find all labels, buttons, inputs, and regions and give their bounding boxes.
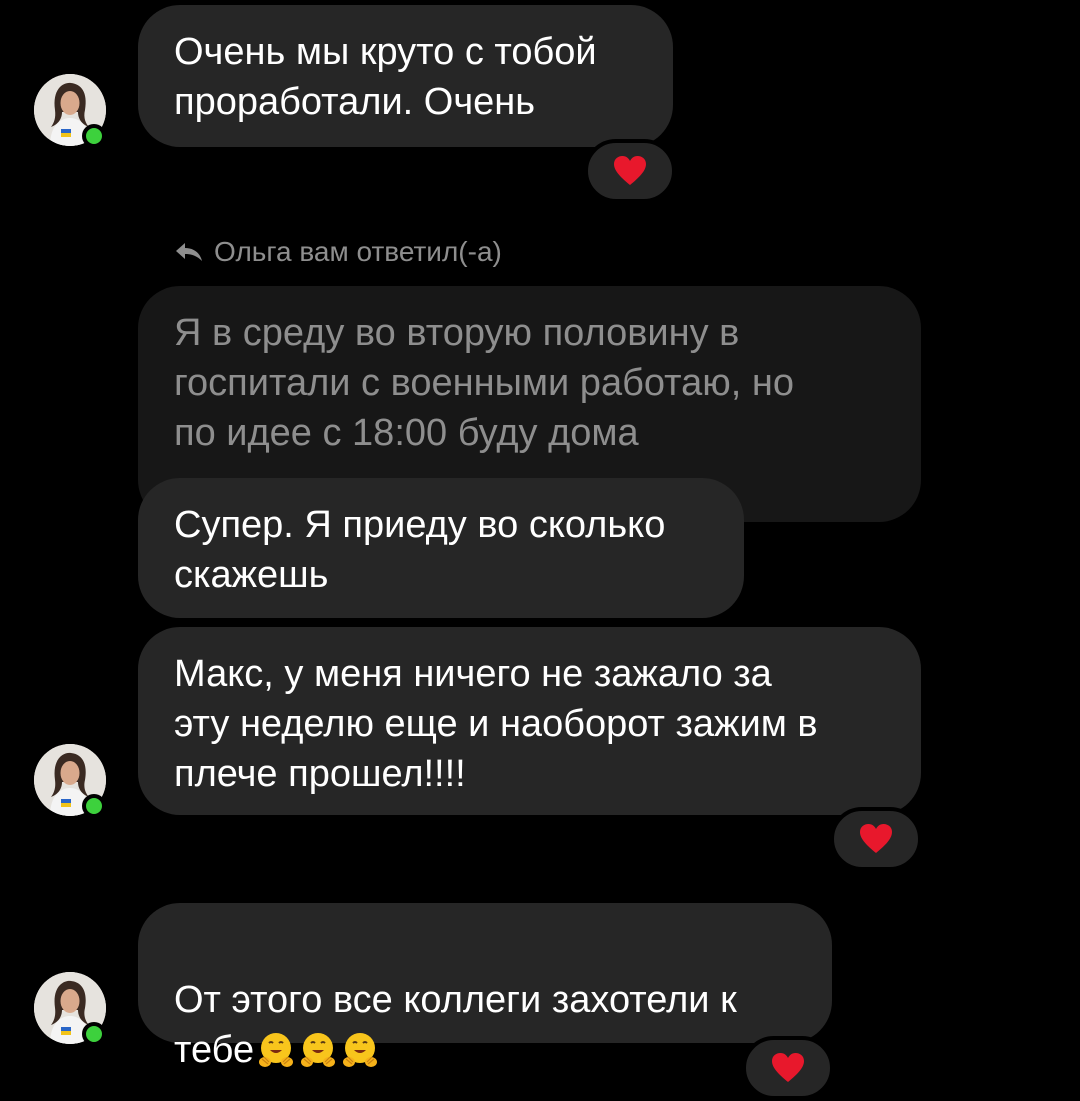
online-status-dot — [82, 794, 106, 818]
hugging-face-icon — [259, 1033, 294, 1067]
message-bubble-3[interactable]: Макс, у меня ничего не зажало за эту нед… — [138, 627, 921, 815]
heart-icon — [614, 156, 646, 185]
heart-icon — [772, 1053, 804, 1082]
hugging-face-icon — [343, 1033, 378, 1067]
online-status-dot — [82, 1022, 106, 1046]
reaction-heart-4[interactable] — [742, 1036, 834, 1100]
reply-arrow-icon — [176, 243, 202, 261]
reaction-heart-3[interactable] — [830, 807, 922, 871]
message-bubble-2[interactable]: Супер. Я приеду во сколько скажешь — [138, 478, 744, 618]
online-status-dot — [82, 124, 106, 148]
reply-indicator: Ольга вам ответил(-а) — [174, 236, 502, 268]
hugging-face-emoji-group — [254, 1029, 380, 1071]
message-bubble-4[interactable]: От этого все коллеги захотели к тебе — [138, 903, 832, 1071]
reaction-heart-1[interactable] — [584, 139, 676, 203]
heart-icon — [860, 824, 892, 853]
message-bubble-1[interactable]: Очень мы круто с тобой проработали. Очен… — [138, 5, 673, 147]
reply-indicator-label: Ольга вам ответил(-а) — [214, 236, 502, 267]
hugging-face-icon — [301, 1033, 336, 1067]
